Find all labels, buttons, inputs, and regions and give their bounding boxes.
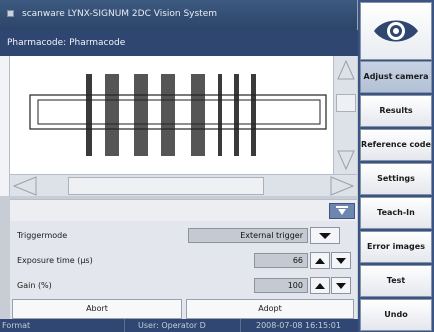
- parameter-label: Exposure time (µs): [17, 256, 93, 265]
- arrow-down-icon: [336, 206, 348, 215]
- adopt-button[interactable]: Adopt: [186, 299, 354, 319]
- parameter-row-gain: Gain (%) 100: [10, 275, 357, 295]
- title-bar: scanware LYNX-SIGNUM 2DC Vision System: [0, 0, 358, 30]
- exposure-decrease-button[interactable]: [331, 252, 351, 269]
- status-datetime: 2008-07-08 16:15:01: [256, 321, 341, 330]
- barcode-bar: [86, 74, 92, 156]
- vertical-scroll-thumb[interactable]: [336, 94, 356, 112]
- barcode-bar: [218, 74, 222, 156]
- logo-button[interactable]: [360, 2, 432, 60]
- app-window: scanware LYNX-SIGNUM 2DC Vision System P…: [0, 0, 434, 332]
- triangle-down-icon: [336, 258, 346, 264]
- barcode-bar: [191, 74, 205, 156]
- barcode-bar: [234, 74, 239, 156]
- collapse-panel-button[interactable]: [329, 203, 355, 219]
- horizontal-scrollbar[interactable]: [10, 174, 357, 196]
- horizontal-scroll-thumb[interactable]: [68, 177, 264, 195]
- system-menu-icon[interactable]: [7, 10, 14, 17]
- abort-button[interactable]: Abort: [12, 299, 182, 319]
- barcode-bar: [105, 74, 119, 156]
- status-bar: Format User: Operator D 2008-07-08 16:15…: [0, 319, 358, 332]
- parameter-label: Triggermode: [17, 231, 68, 240]
- roi-frame-inner: [37, 99, 321, 125]
- gain-decrease-button[interactable]: [331, 277, 351, 294]
- parameter-row-triggermode: Triggermode External trigger: [10, 225, 357, 245]
- app-title: scanware LYNX-SIGNUM 2DC Vision System: [22, 9, 218, 19]
- triangle-left-icon[interactable]: [12, 175, 38, 197]
- barcode-bar: [134, 74, 148, 156]
- menu-settings[interactable]: Settings: [360, 163, 432, 195]
- triangle-down-icon[interactable]: [336, 148, 356, 172]
- triangle-up-icon: [315, 283, 325, 289]
- viewer-margin: [0, 56, 10, 196]
- parameter-row-exposure: Exposure time (µs) 66: [10, 250, 357, 270]
- menu-error-images[interactable]: Error images: [360, 231, 432, 263]
- menu-results[interactable]: Results: [360, 95, 432, 127]
- camera-image: [29, 74, 327, 156]
- menu-reference-code[interactable]: Reference code: [360, 129, 432, 161]
- menu-adjust-camera[interactable]: Adjust camera: [360, 61, 432, 93]
- status-separator: [240, 319, 241, 332]
- camera-image-viewer[interactable]: [10, 56, 333, 174]
- gain-increase-button[interactable]: [310, 277, 330, 294]
- parameter-panel-header: [10, 199, 357, 221]
- status-user: User: Operator D: [138, 321, 206, 330]
- menu-undo[interactable]: Undo: [360, 299, 432, 331]
- barcode-bar: [251, 74, 256, 156]
- triangle-up-icon[interactable]: [336, 58, 356, 82]
- exposure-time-value[interactable]: 66: [254, 253, 308, 268]
- vertical-scrollbar[interactable]: [333, 56, 357, 174]
- triangle-up-icon: [315, 258, 325, 264]
- code-type-label: Pharmacode: Pharmacode: [7, 38, 126, 48]
- eye-icon: [374, 20, 418, 42]
- status-separator: [124, 319, 125, 332]
- right-menu-panel: Adjust camera Results Reference code Set…: [358, 0, 434, 332]
- triggermode-dropdown-button[interactable]: [310, 227, 340, 244]
- menu-teach-in[interactable]: Teach-In: [360, 197, 432, 229]
- exposure-increase-button[interactable]: [310, 252, 330, 269]
- triangle-down-icon: [336, 283, 346, 289]
- chevron-down-icon: [319, 233, 331, 239]
- code-type-bar: Pharmacode: Pharmacode: [0, 30, 358, 56]
- triggermode-select[interactable]: External trigger: [188, 228, 308, 243]
- triangle-right-icon[interactable]: [329, 175, 355, 197]
- barcode-bar: [161, 74, 175, 156]
- menu-test[interactable]: Test: [360, 265, 432, 297]
- parameter-label: Gain (%): [17, 281, 52, 290]
- gain-value[interactable]: 100: [254, 278, 308, 293]
- status-mode: Format: [2, 321, 31, 330]
- parameter-panel: Triggermode External trigger Exposure ti…: [10, 199, 357, 319]
